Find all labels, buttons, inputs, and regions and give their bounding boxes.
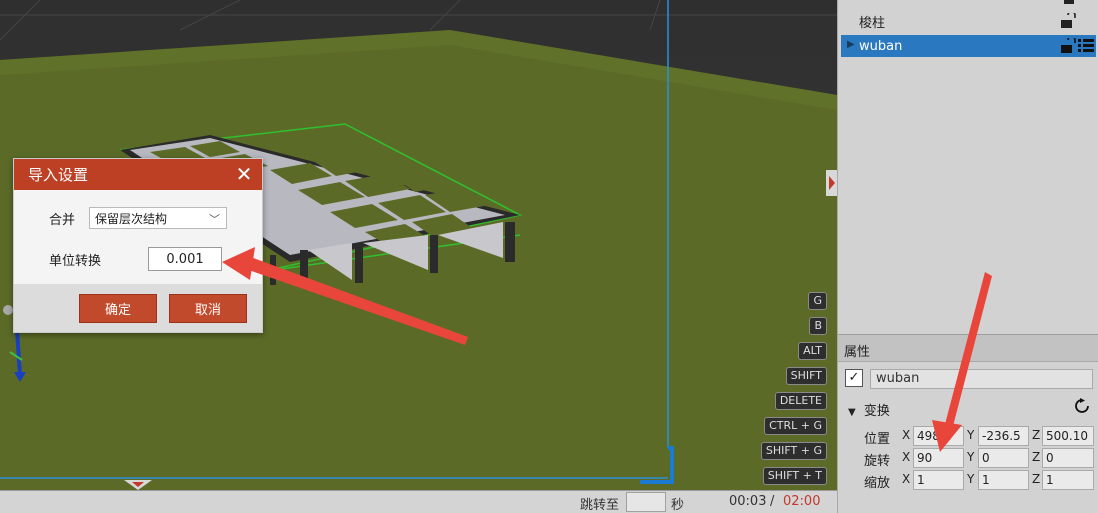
shortcut-key[interactable]: DELETE xyxy=(774,392,827,410)
visible-checkbox[interactable]: ✓ xyxy=(845,369,863,387)
axis-x-label: X xyxy=(902,428,911,442)
lock-open-icon[interactable] xyxy=(1060,35,1076,58)
jump-time-input[interactable] xyxy=(626,492,666,512)
merge-select[interactable]: 保留层次结构 ﹀ xyxy=(89,207,228,229)
shortcut-key-list: G B ALT SHIFT DELETE CTRL + G SHIFT + G … xyxy=(760,292,827,485)
shortcut-key[interactable]: ALT xyxy=(798,342,827,360)
tree-item-selected[interactable]: ▶ wuban xyxy=(841,35,1096,57)
merge-row: 合并 保留层次结构 ﹀ xyxy=(49,207,228,229)
rotation-row: 旋转 X 90 Y 0 Z 0 xyxy=(864,448,1096,469)
axis-z-label: Z xyxy=(1032,428,1041,442)
tree-item[interactable]: 梭柱 xyxy=(841,10,1096,32)
axis-x-label: X xyxy=(902,450,911,464)
unit-row: 单位转换 0.001 xyxy=(49,247,223,271)
scale-x-field[interactable]: 1 xyxy=(913,470,964,490)
tree-item-label: 梭柱 xyxy=(859,15,886,31)
shortcut-key[interactable]: G xyxy=(808,292,827,310)
axis-x-label: X xyxy=(902,472,911,486)
dialog-footer: 确定 取消 xyxy=(14,284,262,332)
total-time: 02:00 xyxy=(783,494,821,509)
scale-y-field[interactable]: 1 xyxy=(978,470,1029,490)
position-row: 位置 X 498.2 Y -236.5 Z 500.10 xyxy=(864,426,1096,447)
seconds-label: 秒 xyxy=(671,498,685,513)
timeline-bar: 跳转至 秒 00:03 / 02:00 xyxy=(0,490,837,513)
position-x-field[interactable]: 498.2 xyxy=(913,426,964,446)
axis-y-label: Y xyxy=(967,450,975,464)
reset-icon[interactable] xyxy=(1074,398,1090,418)
current-time: 00:03 xyxy=(729,494,767,509)
scale-z-field[interactable]: 1 xyxy=(1042,470,1094,490)
merge-select-value: 保留层次结构 xyxy=(95,211,168,226)
shortcut-key[interactable]: B xyxy=(809,317,827,335)
rotation-z-field[interactable]: 0 xyxy=(1042,448,1094,468)
unit-label: 单位转换 xyxy=(49,253,102,269)
shortcut-key[interactable]: SHIFT + G xyxy=(760,442,827,460)
chevron-down-icon: ﹀ xyxy=(209,213,221,226)
transform-title: 变换 xyxy=(863,404,890,419)
rotation-x-field[interactable]: 90 xyxy=(913,448,964,468)
shortcut-key[interactable]: SHIFT xyxy=(785,367,827,385)
position-label: 位置 xyxy=(864,432,891,447)
unit-input[interactable]: 0.001 xyxy=(148,247,223,271)
rotation-y-field[interactable]: 0 xyxy=(978,448,1029,468)
merge-label: 合并 xyxy=(49,212,76,228)
cancel-button[interactable]: 取消 xyxy=(169,294,247,323)
rotation-label: 旋转 xyxy=(864,454,891,469)
properties-header: 属性 xyxy=(838,334,1098,362)
axis-z-label: Z xyxy=(1032,472,1041,486)
jump-label: 跳转至 xyxy=(580,498,620,513)
shortcut-key[interactable]: CTRL + G xyxy=(764,417,827,435)
import-settings-dialog: 导入设置 ✕ 合并 保留层次结构 ﹀ 单位转换 0.001 确定 取消 xyxy=(13,158,263,333)
time-separator: / xyxy=(770,494,775,509)
object-name-field[interactable]: wuban xyxy=(870,369,1093,389)
scale-row: 缩放 X 1 Y 1 Z 1 xyxy=(864,470,1096,491)
dialog-title: 导入设置 xyxy=(28,166,89,184)
collapse-arrow-icon: ▼ xyxy=(848,407,856,418)
dialog-header: 导入设置 ✕ xyxy=(14,159,262,190)
lock-open-icon[interactable] xyxy=(1060,10,1076,33)
scale-label: 缩放 xyxy=(864,476,891,491)
tree-item-label: wuban xyxy=(859,38,903,54)
position-z-field[interactable]: 500.10 xyxy=(1042,426,1094,446)
axis-y-label: Y xyxy=(967,428,975,442)
lock-icon[interactable] xyxy=(1062,0,1076,9)
tree-item-partial[interactable] xyxy=(841,0,1096,10)
position-y-field[interactable]: -236.5 xyxy=(978,426,1029,446)
axis-y-label: Y xyxy=(967,472,975,486)
shortcut-key[interactable]: SHIFT + T xyxy=(762,467,827,485)
expand-arrow-icon[interactable]: ▶ xyxy=(847,39,855,50)
close-icon[interactable]: ✕ xyxy=(232,162,256,186)
transform-section[interactable]: ▼ 变换 xyxy=(848,400,890,419)
right-panel: 梭柱 ▶ wuban 属性 ✓ wuban ▼ 变换 位置 X 498.2 Y … xyxy=(837,0,1098,513)
menu-icon[interactable] xyxy=(1078,38,1094,58)
axis-z-label: Z xyxy=(1032,450,1041,464)
ok-button[interactable]: 确定 xyxy=(79,294,157,323)
